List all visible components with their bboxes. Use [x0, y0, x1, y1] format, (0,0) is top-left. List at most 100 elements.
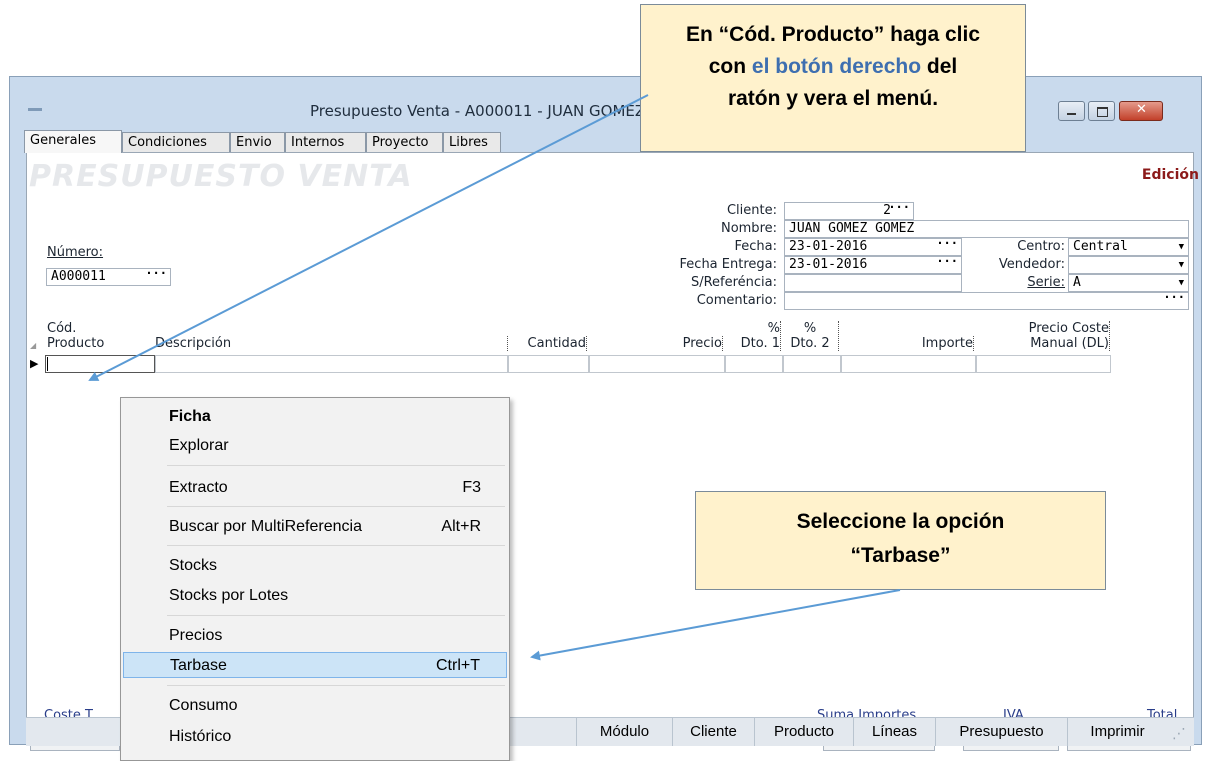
form-watermark: PRESUPUESTO VENTA [29, 159, 413, 194]
callout-highlight: el botón derecho [751, 55, 922, 78]
precio-cell[interactable] [589, 355, 725, 373]
ellipsis-icon[interactable]: ··· [936, 257, 958, 269]
menu-item-label: Histórico [169, 728, 232, 745]
ellipsis-icon[interactable]: ··· [888, 203, 910, 215]
maximize-icon[interactable] [1088, 101, 1115, 121]
serie-label: Serie: [1027, 275, 1065, 290]
presupuesto-button[interactable]: Presupuesto [935, 718, 1067, 746]
serie-select[interactable]: A ▼ [1068, 274, 1189, 292]
ellipsis-icon[interactable]: ··· [145, 269, 167, 281]
col-precio-coste[interactable]: Precio Coste Manual (DL) [975, 321, 1110, 351]
menu-item-stocks-lotes[interactable]: Stocks por Lotes [123, 583, 507, 609]
col-importe[interactable]: Importe [840, 336, 974, 351]
dropdown-arrow-icon[interactable]: ▼ [1179, 257, 1184, 273]
instruction-callout-bottom: Seleccione la opción “Tarbase” [695, 491, 1106, 590]
tab-condiciones[interactable]: Condiciones [122, 132, 230, 152]
sreferencia-field[interactable] [784, 274, 962, 292]
close-icon[interactable]: ✕ [1119, 101, 1163, 121]
vendedor-label: Vendedor: [998, 257, 1065, 272]
menu-item-label: Consumo [169, 697, 238, 714]
menu-item-historico[interactable]: Histórico [123, 724, 507, 750]
resize-grip-icon[interactable]: ⋰ [1172, 726, 1186, 742]
menu-item-shortcut: Ctrl+T [436, 657, 480, 674]
modulo-button[interactable]: Módulo [576, 718, 672, 746]
lineas-button[interactable]: Líneas [853, 718, 935, 746]
col-dto2[interactable]: % Dto. 2 [782, 321, 839, 351]
callout-line: En “Cód. Producto” haga clic [685, 23, 981, 46]
menu-item-shortcut: F3 [462, 479, 481, 496]
nombre-field[interactable]: JUAN GOMEZ GOMEZ [784, 220, 1189, 238]
col-cantidad[interactable]: Cantidad [507, 336, 587, 351]
col-descripcion[interactable]: Descripción [155, 336, 508, 351]
context-menu: Ficha Explorar Extracto F3 Buscar por Mul… [120, 397, 510, 761]
fecha-field[interactable]: 23-01-2016 ··· [784, 238, 962, 256]
menu-item-buscar-multireferencia[interactable]: Buscar por MultiReferencia Alt+R [123, 514, 507, 540]
tab-libres[interactable]: Libres [443, 132, 501, 152]
descripcion-cell[interactable] [155, 355, 508, 373]
centro-label: Centro: [1017, 239, 1065, 254]
fecha-entrega-label: Fecha Entrega: [679, 257, 777, 272]
fecha-label: Fecha: [734, 239, 778, 254]
numero-field[interactable]: A000011 ··· [46, 268, 171, 286]
menu-item-extracto[interactable]: Extracto F3 [123, 475, 507, 501]
menu-separator [167, 506, 505, 507]
mode-label: Edición [1141, 167, 1199, 183]
tab-label: Condiciones [128, 135, 207, 150]
menu-item-explorar[interactable]: Explorar [123, 433, 507, 459]
sort-corner-icon: ◢ [30, 341, 37, 350]
cliente-label: Cliente: [726, 203, 777, 218]
tab-proyecto[interactable]: Proyecto [366, 132, 443, 152]
dto1-cell[interactable] [725, 355, 783, 373]
menu-item-label: Buscar por MultiReferencia [169, 518, 362, 535]
numero-label: Número: [47, 245, 104, 260]
cliente-button[interactable]: Cliente [672, 718, 754, 746]
minimize-icon[interactable] [1058, 101, 1085, 121]
menu-separator [167, 615, 505, 616]
ellipsis-icon[interactable]: ··· [936, 239, 958, 251]
producto-button[interactable]: Producto [754, 718, 853, 746]
menu-item-shortcut: Alt+R [441, 518, 481, 535]
comentario-label: Comentario: [696, 293, 777, 308]
menu-separator [167, 545, 505, 546]
tab-label: Libres [449, 135, 488, 150]
centro-value: Central [1073, 239, 1128, 254]
sreferencia-label: S/Referéncia: [690, 275, 777, 290]
callout-text: con [708, 55, 752, 78]
vendedor-select[interactable]: ▼ [1068, 256, 1189, 274]
menu-separator [167, 685, 505, 686]
precio-coste-cell[interactable] [976, 355, 1111, 373]
tab-internos[interactable]: Internos [285, 132, 366, 152]
menu-item-consumo[interactable]: Consumo [123, 693, 507, 719]
tab-generales[interactable]: Generales [24, 130, 122, 153]
menu-item-tarbase[interactable]: Tarbase Ctrl+T [123, 652, 507, 678]
dto2-cell[interactable] [783, 355, 841, 373]
tab-label: Proyecto [372, 135, 429, 150]
callout-line: ratón y vera el menú. [727, 87, 939, 110]
ellipsis-icon[interactable]: ··· [1163, 293, 1185, 305]
col-precio[interactable]: Precio [588, 336, 723, 351]
importe-cell[interactable] [841, 355, 976, 373]
comentario-field[interactable]: ··· [784, 292, 1189, 310]
menu-item-label: Precios [169, 627, 223, 644]
menu-item-stocks[interactable]: Stocks [123, 553, 507, 579]
fecha-entrega-value: 23-01-2016 [789, 257, 868, 272]
tab-label: Generales [30, 133, 97, 148]
dropdown-arrow-icon[interactable]: ▼ [1179, 239, 1184, 255]
col-dto1[interactable]: % Dto. 1 [724, 321, 781, 351]
tab-label: Internos [291, 135, 345, 150]
menu-item-ficha[interactable]: Ficha [123, 404, 507, 430]
col-cod-producto[interactable]: Cód. Producto [47, 321, 147, 351]
cliente-field[interactable]: 2 ··· [784, 202, 914, 220]
centro-select[interactable]: Central ▼ [1068, 238, 1189, 256]
menu-item-precios[interactable]: Precios [123, 623, 507, 649]
tab-envio[interactable]: Envio [230, 132, 285, 152]
cantidad-cell[interactable] [508, 355, 589, 373]
serie-value: A [1073, 275, 1081, 290]
cod-producto-cell[interactable] [45, 355, 155, 373]
imprimir-button[interactable]: Imprimir [1067, 718, 1167, 746]
menu-separator [167, 465, 505, 466]
nombre-label: Nombre: [720, 221, 777, 236]
app-menu-icon[interactable] [28, 108, 42, 111]
dropdown-arrow-icon[interactable]: ▼ [1179, 275, 1184, 291]
fecha-entrega-field[interactable]: 23-01-2016 ··· [784, 256, 962, 274]
